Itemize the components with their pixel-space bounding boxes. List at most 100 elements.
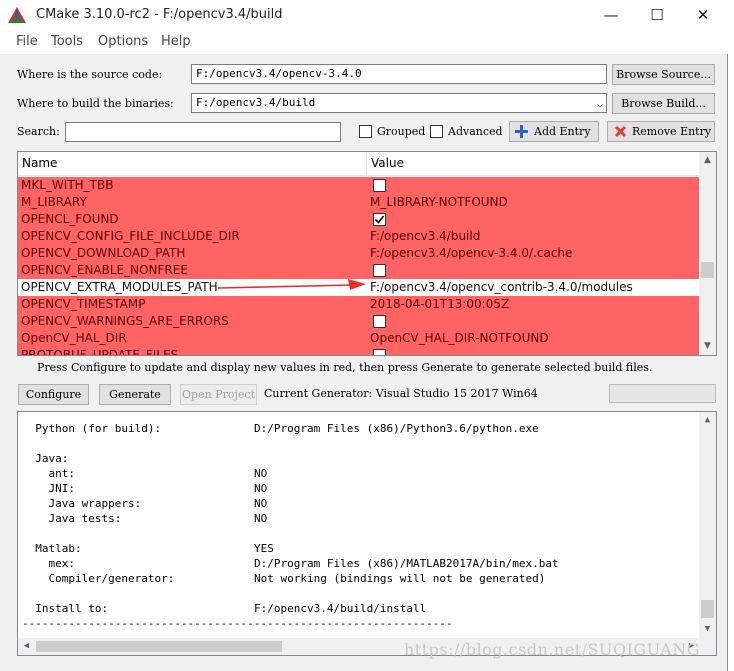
table-header: Name Value [18, 152, 700, 176]
row-name: OPENCV_TIMESTAMP [21, 297, 146, 311]
row-name: OPENCL_FOUND [21, 212, 119, 226]
current-generator: Current Generator: Visual Studio 15 2017… [264, 387, 538, 400]
table-row[interactable]: OPENCV_DOWNLOAD_PATH F:/opencv3.4/opencv-… [18, 245, 700, 262]
search-input[interactable] [65, 122, 341, 142]
scroll-up-icon[interactable]: ▲ [699, 412, 716, 429]
browse-source-button[interactable]: Browse Source... [612, 64, 715, 85]
generate-button[interactable]: Generate [99, 384, 171, 405]
row-value[interactable]: F:/opencv3.4/opencv_contrib-3.4.0/module… [370, 280, 633, 294]
menu-tools[interactable]: Tools [51, 34, 83, 49]
row-value[interactable]: F:/opencv3.4/build [370, 229, 480, 243]
open-project-button[interactable]: Open Project [180, 384, 257, 405]
table-rows: MKL_WITH_TBB M_LIBRARY M_LIBRARY-NOTFOUND O… [18, 177, 700, 355]
output-vertical-scrollbar[interactable]: ▲ ▼ [699, 412, 716, 655]
scroll-thumb[interactable] [36, 641, 282, 652]
unchecked-checkbox[interactable] [373, 315, 386, 328]
cache-table[interactable]: Name Value MKL_WITH_TBB M_LIBRARY M_LIBRAR… [17, 151, 717, 356]
table-row[interactable]: OPENCV_WARNINGS_ARE_ERRORS [18, 313, 700, 330]
output-line-label: Python (for build): [22, 422, 162, 435]
scroll-down-icon[interactable]: ▼ [699, 621, 716, 638]
cmake-window: CMake 3.10.0-rc2 - F:/opencv3.4/build — … [0, 0, 728, 671]
source-input[interactable]: F:/opencv3.4/opencv-3.4.0 [191, 64, 607, 84]
binaries-value: F:/opencv3.4/build [196, 96, 316, 109]
output-line-value: NO [254, 467, 268, 480]
output-line-label: Java wrappers: [22, 497, 142, 510]
table-row[interactable]: MKL_WITH_TBB [18, 177, 700, 194]
minimize-button[interactable]: — [588, 0, 634, 30]
close-button[interactable]: ✕ [680, 0, 726, 30]
grouped-label: Grouped [377, 125, 426, 138]
progress-bar [609, 384, 716, 403]
table-row[interactable]: PROTOBUF_UPDATE_FILES [18, 347, 700, 355]
row-value[interactable]: M_LIBRARY-NOTFOUND [370, 195, 508, 209]
annotation-arrow [218, 279, 366, 290]
column-header-value[interactable]: Value [371, 156, 404, 170]
cmake-logo-icon [8, 7, 26, 23]
checkmark-icon [374, 215, 385, 224]
output-line-label: mex: [22, 557, 75, 570]
advanced-checkbox[interactable] [430, 125, 443, 138]
title-bar[interactable]: CMake 3.10.0-rc2 - F:/opencv3.4/build — … [0, 0, 728, 30]
row-name: MKL_WITH_TBB [21, 178, 114, 192]
watermark: https://blog.csdn.net/SUQIGUANG [404, 640, 700, 659]
menu-bar: File Tools Options Help [0, 30, 728, 54]
add-entry-label: Add Entry [534, 125, 591, 138]
checked-checkbox[interactable] [373, 213, 386, 226]
advanced-label: Advanced [448, 125, 503, 138]
row-value[interactable]: F:/opencv3.4/opencv-3.4.0/.cache [370, 246, 572, 260]
output-line-value: NO [254, 482, 268, 495]
row-name: OPENCV_DOWNLOAD_PATH [21, 246, 186, 260]
table-row[interactable]: OPENCV_CONFIG_FILE_INCLUDE_DIR F:/opencv3… [18, 228, 700, 245]
configure-button[interactable]: Configure [18, 384, 89, 405]
grouped-checkbox[interactable] [359, 125, 372, 138]
binaries-combo[interactable]: F:/opencv3.4/build ⌵ [191, 93, 607, 113]
column-header-name[interactable]: Name [22, 156, 57, 170]
output-line-label: Compiler/generator: [22, 572, 175, 585]
row-name: OPENCV_EXTRA_MODULES_PATH [21, 280, 218, 294]
output-line-value: NO [254, 497, 268, 510]
remove-entry-label: Remove Entry [632, 125, 712, 138]
unchecked-checkbox[interactable] [373, 179, 386, 192]
menu-options[interactable]: Options [98, 34, 148, 49]
output-line-value: D:/Program Files (x86)/MATLAB2017A/bin/m… [254, 557, 559, 570]
row-name: OPENCV_ENABLE_NONFREE [21, 263, 188, 277]
table-row[interactable]: OPENCV_TIMESTAMP 2018-04-01T13:00:05Z [18, 296, 700, 313]
unchecked-checkbox[interactable] [373, 349, 386, 355]
column-divider[interactable] [366, 152, 367, 176]
output-line-value: D:/Program Files (x86)/Python3.6/python.… [254, 422, 539, 435]
row-value[interactable]: OpenCV_HAL_DIR-NOTFOUND [370, 331, 549, 345]
maximize-button[interactable]: ☐ [634, 0, 680, 30]
delete-icon [614, 125, 627, 138]
menu-file[interactable]: File [16, 34, 38, 49]
table-row[interactable]: OPENCV_ENABLE_NONFREE [18, 262, 700, 279]
menu-help[interactable]: Help [161, 34, 191, 49]
search-label: Search: [17, 125, 60, 138]
scroll-thumb[interactable] [701, 600, 714, 618]
row-name: OPENCV_WARNINGS_ARE_ERRORS [21, 314, 229, 328]
chevron-down-icon[interactable]: ⌵ [597, 96, 603, 112]
unchecked-checkbox[interactable] [373, 264, 386, 277]
table-vertical-scrollbar[interactable]: ▲ ▼ [699, 152, 716, 355]
row-value[interactable]: 2018-04-01T13:00:05Z [370, 297, 509, 311]
table-row[interactable]: M_LIBRARY M_LIBRARY-NOTFOUND [18, 194, 700, 211]
output-line-label: ant: [22, 467, 75, 480]
browse-build-button[interactable]: Browse Build... [612, 93, 715, 114]
output-log[interactable]: Python (for build): D:/Program Files (x86… [17, 411, 717, 656]
source-label: Where is the source code: [17, 68, 163, 81]
table-row[interactable]: OpenCV_HAL_DIR OpenCV_HAL_DIR-NOTFOUND [18, 330, 700, 347]
status-hint: Press Configure to update and display ne… [37, 361, 653, 374]
scroll-up-icon[interactable]: ▲ [699, 152, 716, 169]
row-name: OPENCV_CONFIG_FILE_INCLUDE_DIR [21, 229, 240, 243]
scroll-thumb[interactable] [701, 262, 714, 278]
add-entry-button[interactable]: Add Entry [509, 121, 599, 142]
output-line-value: F:/opencv3.4/build/install [254, 602, 427, 615]
output-line-label: Java: [22, 452, 69, 465]
table-row[interactable]: OPENCL_FOUND [18, 211, 700, 228]
window-title: CMake 3.10.0-rc2 - F:/opencv3.4/build [36, 7, 283, 22]
output-line-value: Not working (bindings will not be genera… [254, 572, 546, 585]
output-line-label: Install to: [22, 602, 109, 615]
output-line-label: Matlab: [22, 542, 82, 555]
scroll-left-icon[interactable]: ◀ [18, 638, 35, 655]
scroll-down-icon[interactable]: ▼ [699, 338, 716, 355]
remove-entry-button[interactable]: Remove Entry [607, 121, 715, 142]
